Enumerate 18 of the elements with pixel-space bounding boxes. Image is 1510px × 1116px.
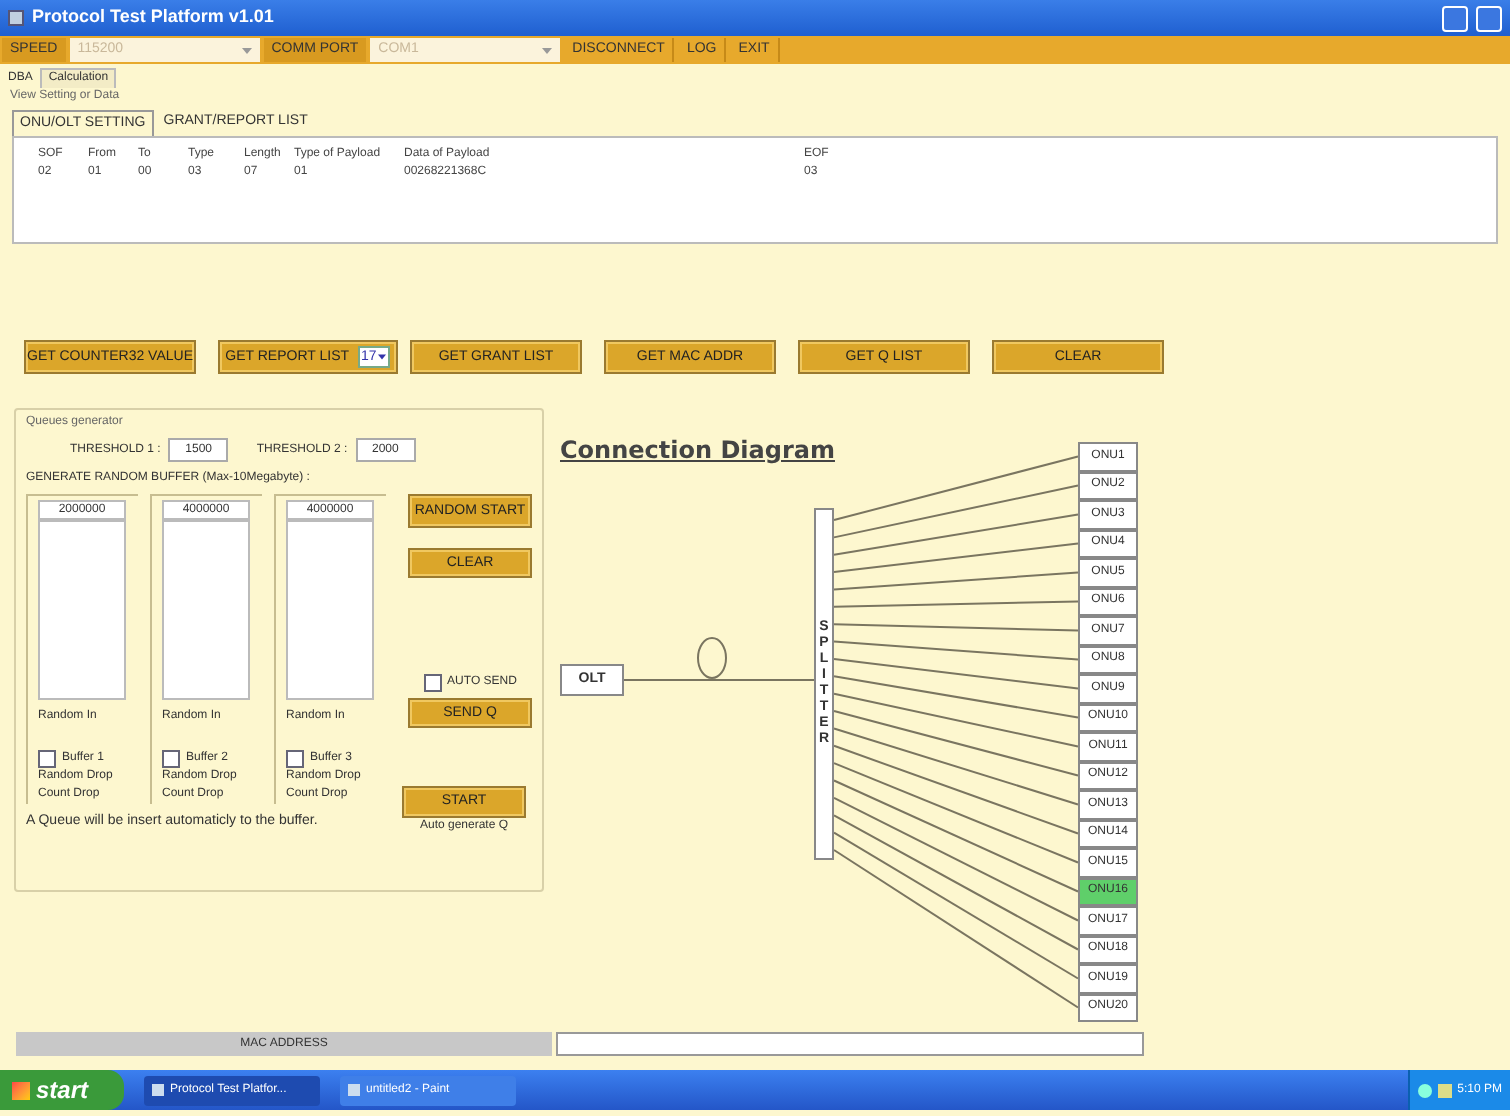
- window-title: Protocol Test Platform v1.01: [32, 4, 274, 31]
- dropdown-icon: [241, 47, 252, 53]
- minimize-button[interactable]: [1442, 5, 1468, 31]
- mac-address-field[interactable]: [556, 1032, 1144, 1056]
- window-icon: [152, 1084, 164, 1096]
- checkbox[interactable]: [423, 674, 442, 692]
- app-icon: [8, 10, 24, 26]
- dropdown-icon: [378, 353, 387, 359]
- checkbox[interactable]: [286, 750, 304, 768]
- maximize-button[interactable]: [1476, 5, 1502, 31]
- diagram-title: Connection Diagram: [560, 434, 835, 468]
- checkbox[interactable]: [162, 750, 180, 768]
- checkbox[interactable]: [38, 750, 56, 768]
- windows-logo-icon: [12, 1081, 30, 1099]
- start-menu-button[interactable]: start: [0, 1070, 124, 1110]
- window-icon: [348, 1084, 360, 1096]
- fiber-loop-icon: [697, 637, 727, 679]
- dropdown-icon: [542, 47, 553, 53]
